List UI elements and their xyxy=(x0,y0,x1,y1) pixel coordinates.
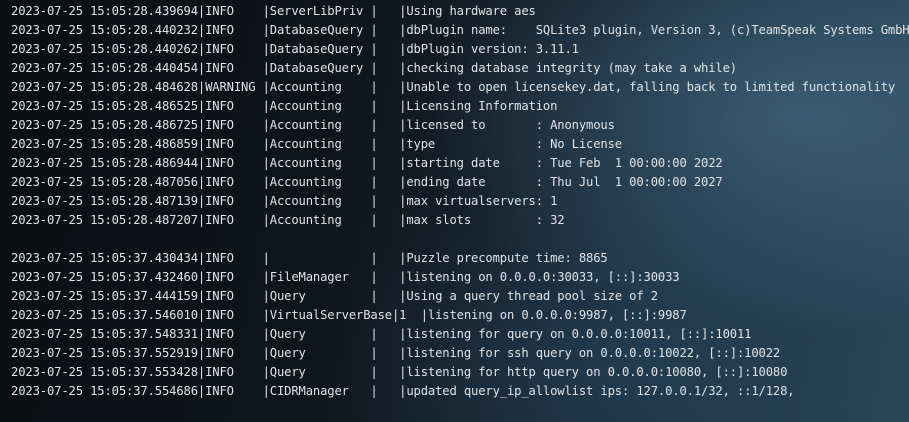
log-line-warning: 2023-07-25 15:05:28.484628|WARNING |Acco… xyxy=(11,80,896,94)
log-line: 2023-07-25 15:05:28.486859|INFO |Account… xyxy=(11,137,622,151)
log-line: 2023-07-25 15:05:28.487207|INFO |Account… xyxy=(11,213,565,227)
log-line: 2023-07-25 15:05:37.552919|INFO |Query |… xyxy=(11,346,781,360)
log-line: 2023-07-25 15:05:28.440262|INFO |Databas… xyxy=(11,42,579,56)
log-line: 2023-07-25 15:05:37.553428|INFO |Query |… xyxy=(11,365,788,379)
log-line: 2023-07-25 15:05:28.440232|INFO |Databas… xyxy=(11,23,909,37)
terminal-output[interactable]: 2023-07-25 15:05:28.439694|INFO |ServerL… xyxy=(0,0,909,422)
log-line: 2023-07-25 15:05:28.440454|INFO |Databas… xyxy=(11,61,737,75)
log-line: 2023-07-25 15:05:37.444159|INFO |Query |… xyxy=(11,289,658,303)
log-line: 2023-07-25 15:05:28.487056|INFO |Account… xyxy=(11,175,723,189)
log-line: 2023-07-25 15:05:37.430434|INFO | | |Puz… xyxy=(11,251,608,265)
log-line: 2023-07-25 15:05:37.554686|INFO |CIDRMan… xyxy=(11,384,795,398)
log-line: 2023-07-25 15:05:28.486944|INFO |Account… xyxy=(11,156,723,170)
log-line: 2023-07-25 15:05:28.486525|INFO |Account… xyxy=(11,99,558,113)
log-line: 2023-07-25 15:05:28.439694|INFO |ServerL… xyxy=(11,4,536,18)
log-line: 2023-07-25 15:05:37.548331|INFO |Query |… xyxy=(11,327,752,341)
log-line: 2023-07-25 15:05:37.546010|INFO |Virtual… xyxy=(11,308,687,322)
log-line: 2023-07-25 15:05:28.487139|INFO |Account… xyxy=(11,194,558,208)
log-line: 2023-07-25 15:05:37.432460|INFO |FileMan… xyxy=(11,270,680,284)
log-line: 2023-07-25 15:05:28.486725|INFO |Account… xyxy=(11,118,615,132)
